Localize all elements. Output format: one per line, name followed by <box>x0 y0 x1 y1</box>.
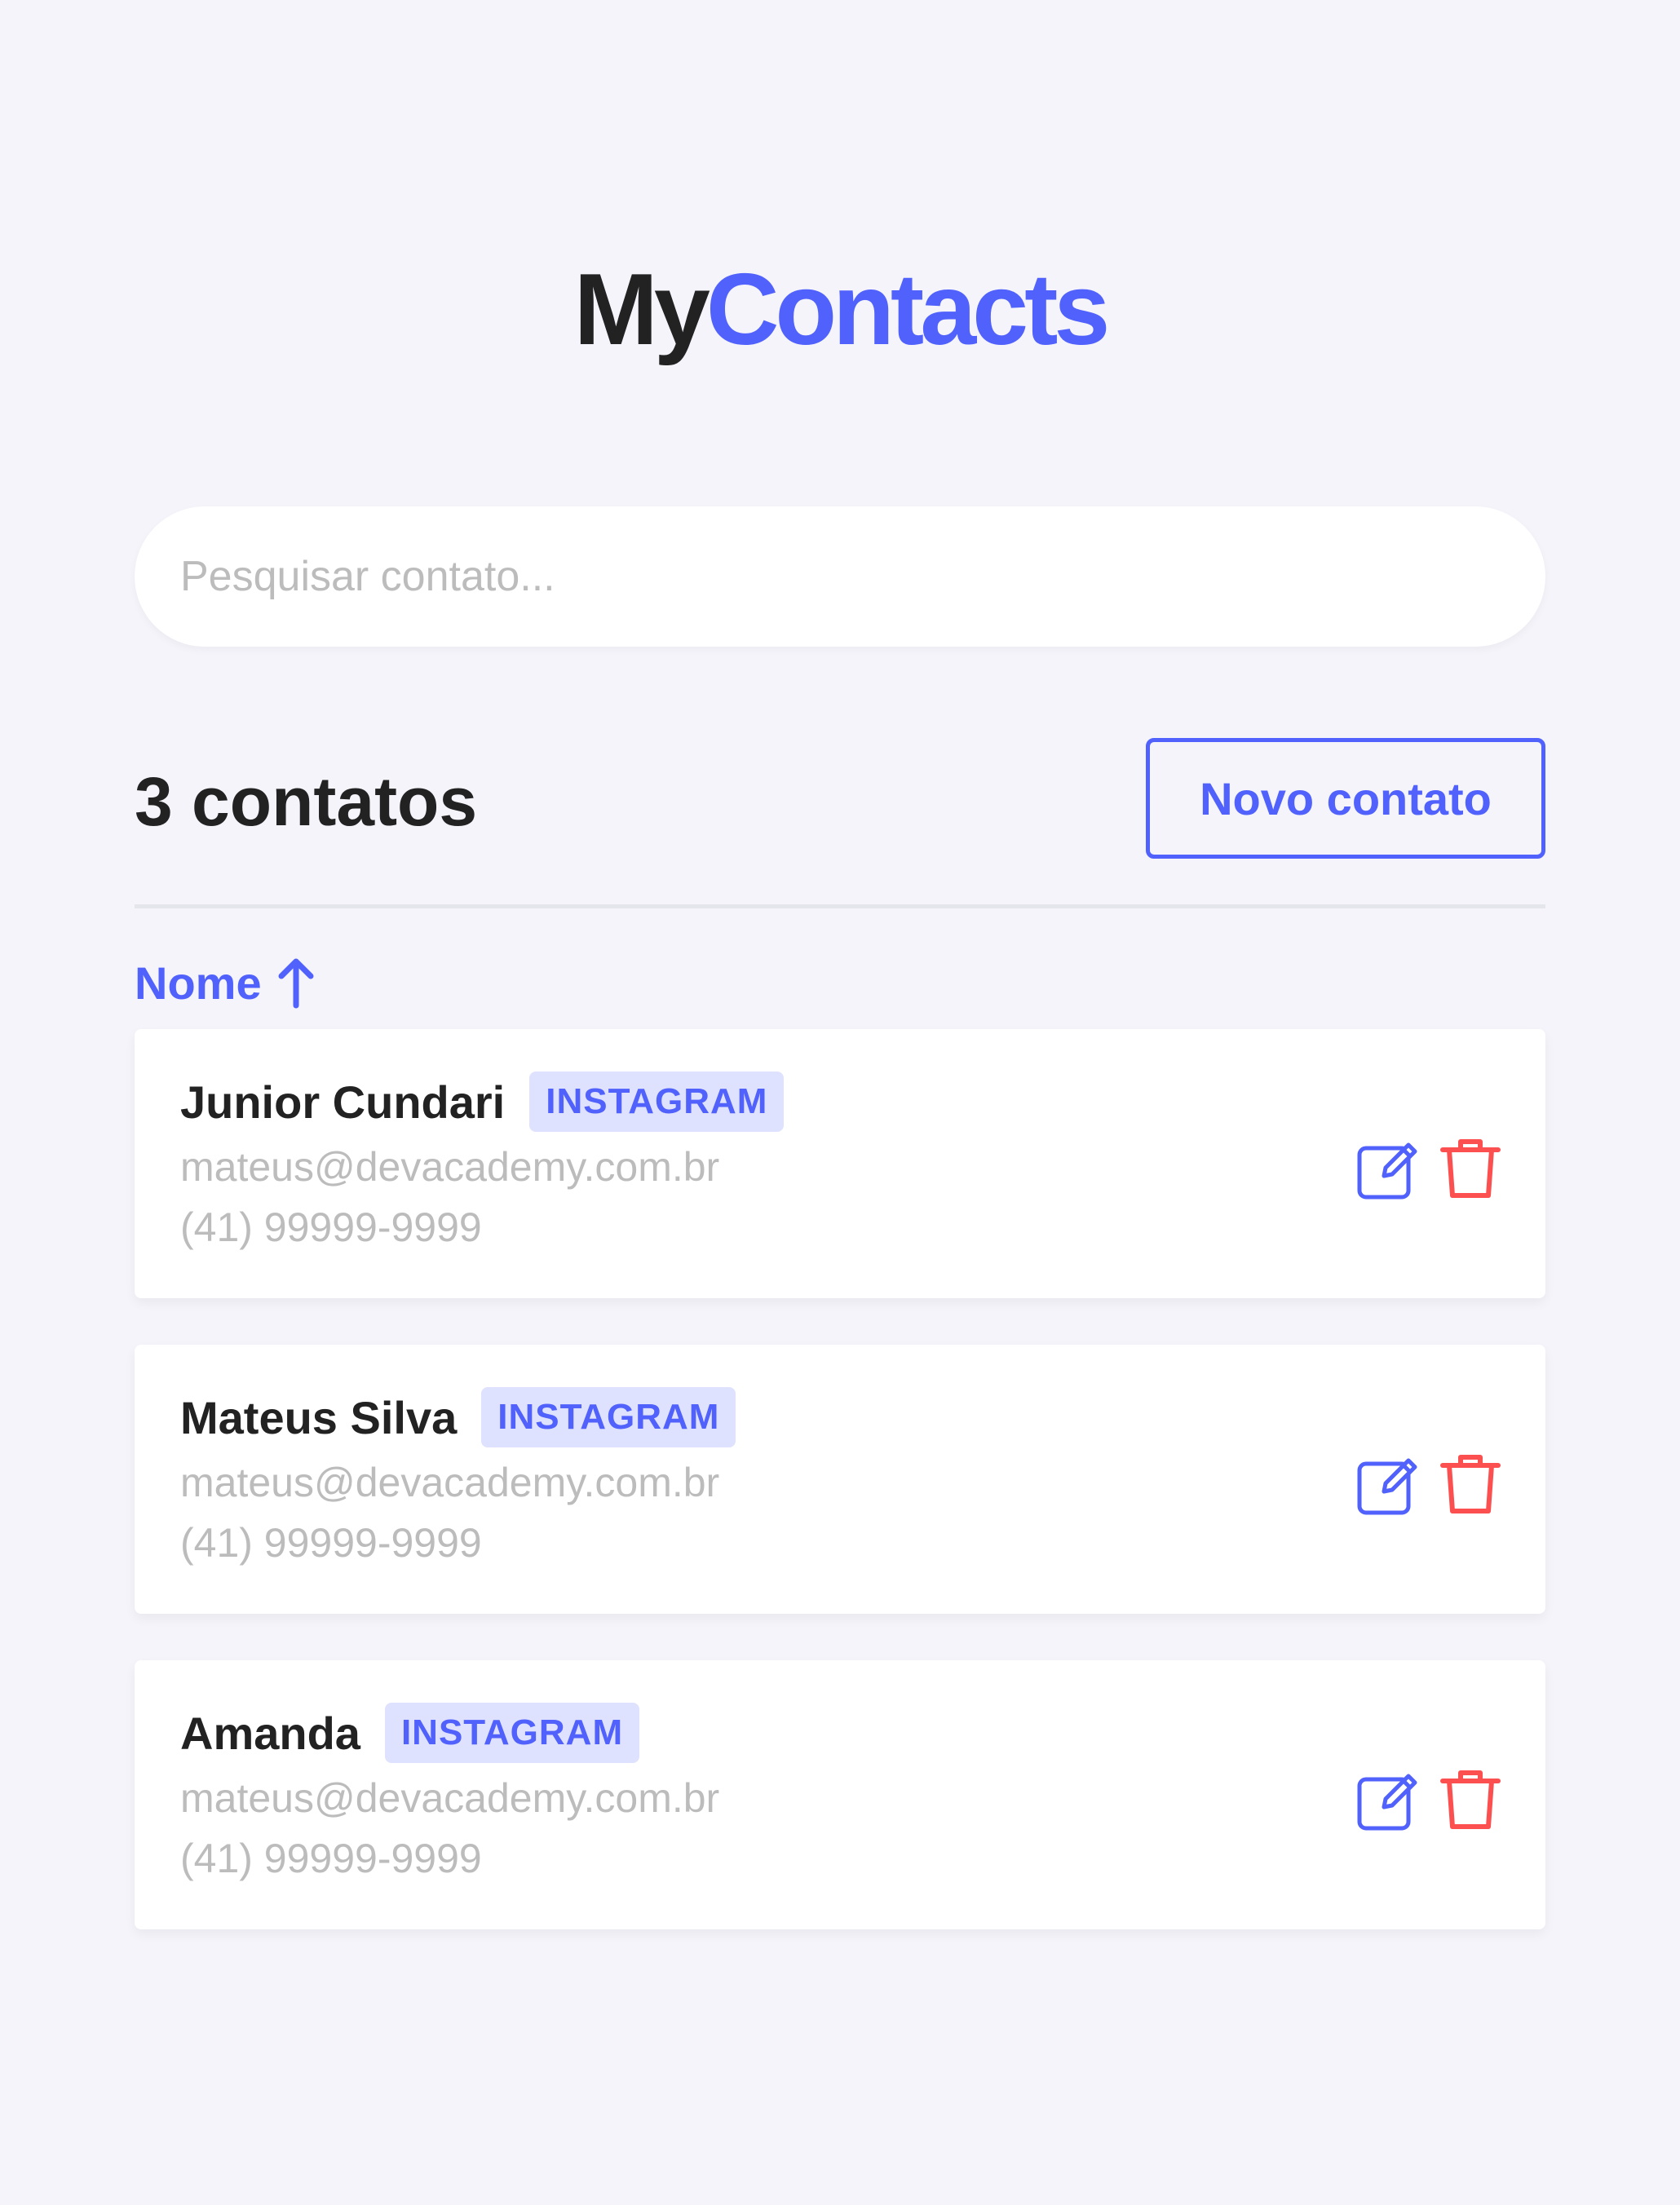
contact-card: Amanda INSTAGRAM mateus@devacademy.com.b… <box>135 1660 1545 1929</box>
edit-icon[interactable] <box>1355 1765 1423 1833</box>
contact-email: mateus@devacademy.com.br <box>180 1460 720 1505</box>
contact-phone: (41) 99999-9999 <box>180 1520 482 1566</box>
contact-phone: (41) 99999-9999 <box>180 1204 482 1250</box>
contacts-count: 3 contatos <box>135 763 478 840</box>
list-header: 3 contatos Novo contato <box>135 738 1545 859</box>
contact-phone: (41) 99999-9999 <box>180 1836 482 1881</box>
contact-name: Amanda <box>180 1707 360 1759</box>
new-contact-button[interactable]: Novo contato <box>1146 738 1545 859</box>
divider <box>135 904 1545 908</box>
category-badge: INSTAGRAM <box>529 1072 785 1132</box>
sort-label: Nome <box>135 957 262 1009</box>
trash-icon[interactable] <box>1436 1449 1505 1518</box>
logo-contacts: Contacts <box>705 254 1111 366</box>
search-input[interactable] <box>135 506 1545 647</box>
contact-actions <box>1355 1765 1505 1833</box>
category-badge: INSTAGRAM <box>384 1703 640 1763</box>
contact-name: Mateus Silva <box>180 1391 458 1443</box>
contact-name-row: Amanda INSTAGRAM <box>180 1703 640 1763</box>
arrow-up-icon <box>278 958 314 1009</box>
edit-icon[interactable] <box>1355 1449 1423 1518</box>
logo-my: My <box>573 254 710 366</box>
contact-name-row: Junior Cundari INSTAGRAM <box>180 1072 785 1132</box>
contact-card: Mateus Silva INSTAGRAM mateus@devacademy… <box>135 1345 1545 1614</box>
trash-icon[interactable] <box>1436 1765 1505 1833</box>
contact-email: mateus@devacademy.com.br <box>180 1775 720 1821</box>
contact-card: Junior Cundari INSTAGRAM mateus@devacade… <box>135 1029 1545 1298</box>
contact-name: Junior Cundari <box>180 1076 506 1128</box>
contact-actions <box>1355 1449 1505 1518</box>
contact-name-row: Mateus Silva INSTAGRAM <box>180 1387 736 1447</box>
category-badge: INSTAGRAM <box>481 1387 736 1447</box>
trash-icon[interactable] <box>1436 1133 1505 1202</box>
app-logo: MyContacts <box>0 253 1680 367</box>
contact-actions <box>1355 1133 1505 1202</box>
sort-by-name-button[interactable]: Nome <box>135 950 314 1015</box>
contact-email: mateus@devacademy.com.br <box>180 1144 720 1190</box>
edit-icon[interactable] <box>1355 1133 1423 1202</box>
